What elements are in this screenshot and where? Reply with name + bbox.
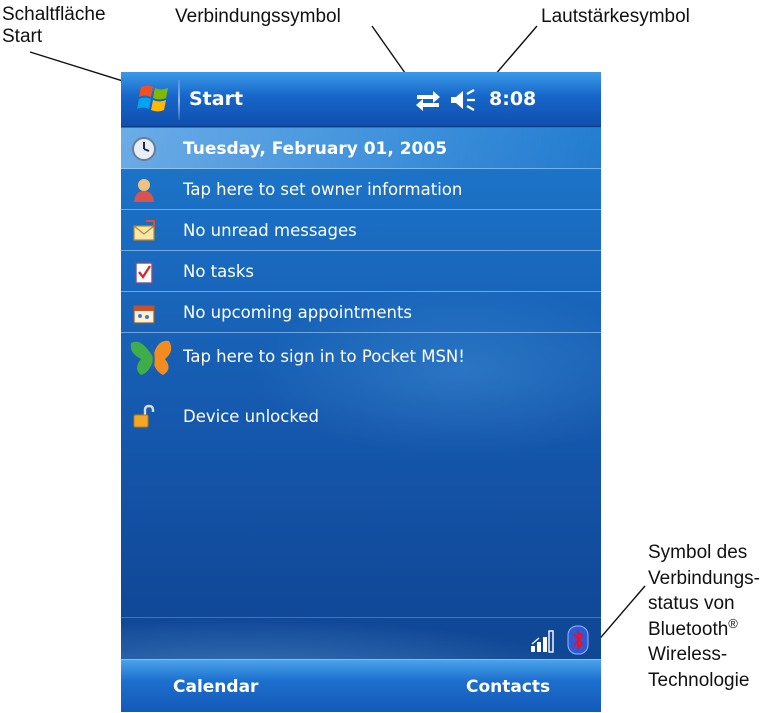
registered-mark: ® xyxy=(728,615,738,631)
today-item-device-lock[interactable]: Device unlocked xyxy=(121,396,601,437)
today-item-tasks[interactable]: No tasks xyxy=(121,251,601,292)
title-separator xyxy=(178,80,180,120)
clock[interactable]: 8:08 xyxy=(489,88,536,110)
status-icon-strip xyxy=(121,617,601,659)
callout-bt-brand: Bluetooth xyxy=(648,618,729,640)
callout-volume-icon: Lautstärkesymbol xyxy=(541,6,690,27)
owner-label: Tap here to set owner information xyxy=(183,180,463,199)
callout-bt-line3: status von xyxy=(648,593,735,614)
today-item-messages[interactable]: No unread messages xyxy=(121,210,601,251)
title-bar: Start 8:08 xyxy=(121,72,601,127)
start-button[interactable]: Start xyxy=(121,72,271,127)
callout-start-button: Schaltfläche Start xyxy=(2,4,106,48)
today-item-appointments[interactable]: No upcoming appointments xyxy=(121,292,601,333)
msn-label: Tap here to sign in to Pocket MSN! xyxy=(183,347,465,366)
tasks-label: No tasks xyxy=(183,262,255,281)
pocket-pc-today-screen: Start 8:08 Tuesday, February 01, 2005 Ta xyxy=(121,72,601,712)
calendar-icon xyxy=(133,305,155,324)
windows-flag-icon xyxy=(137,85,168,112)
owner-icon xyxy=(134,179,154,202)
bluetooth-icon[interactable] xyxy=(567,625,589,655)
padlock-icon xyxy=(133,404,155,428)
appointments-label: No upcoming appointments xyxy=(183,303,413,322)
tasks-icon xyxy=(135,262,153,284)
callout-start-line1: Schaltfläche xyxy=(2,4,106,25)
start-label: Start xyxy=(189,88,244,110)
callout-connectivity-icon: Verbindungssymbol xyxy=(175,6,341,27)
clock-icon xyxy=(132,137,156,161)
callout-bt-line6: Technologie xyxy=(648,669,750,691)
today-item-msn[interactable]: Tap here to sign in to Pocket MSN! xyxy=(121,333,601,387)
callout-bt-line5: Wireless- xyxy=(648,644,728,665)
today-item-owner[interactable]: Tap here to set owner information xyxy=(121,169,601,210)
today-item-date[interactable]: Tuesday, February 01, 2005 xyxy=(121,128,601,169)
callout-bt-line4: Bluetooth® xyxy=(648,617,760,643)
volume-icon[interactable] xyxy=(448,86,478,114)
callout-bt-line2: Verbindungs- xyxy=(648,567,760,589)
msn-butterfly-icon xyxy=(130,340,172,375)
contacts-soft-key[interactable]: Contacts xyxy=(466,677,550,697)
connectivity-icon[interactable] xyxy=(413,86,443,114)
callout-start-line2: Start xyxy=(2,26,43,47)
signal-strength-icon[interactable] xyxy=(529,626,557,654)
date-label: Tuesday, February 01, 2005 xyxy=(183,139,448,159)
callout-bluetooth-status: Symbol des Verbindungs- status von Bluet… xyxy=(648,540,760,693)
callout-bt-line1: Symbol des xyxy=(648,542,748,563)
messages-label: No unread messages xyxy=(183,221,357,240)
messages-icon xyxy=(133,220,155,241)
calendar-soft-key[interactable]: Calendar xyxy=(173,677,258,697)
device-lock-label: Device unlocked xyxy=(183,407,319,426)
soft-key-bar: Calendar Contacts xyxy=(121,659,601,712)
